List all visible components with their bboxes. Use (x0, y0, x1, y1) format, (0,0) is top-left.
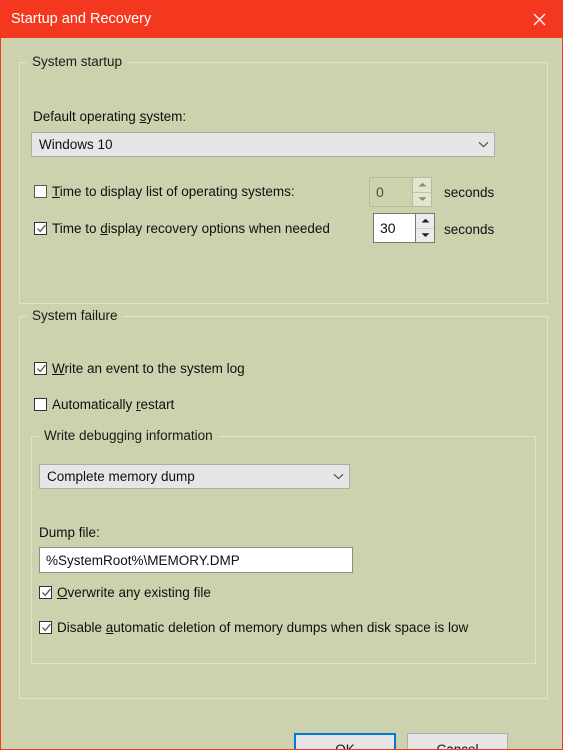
checkbox-overwrite-existing-file-label: Overwrite any existing file (52, 584, 211, 601)
default-os-label-post: ystem: (146, 109, 187, 124)
debug-info-type-combobox[interactable]: Complete memory dump (39, 464, 350, 489)
checkbox-overwrite-existing-file[interactable]: Overwrite any existing file (39, 584, 211, 601)
checkbox-box (39, 586, 52, 599)
checkbox-box (34, 185, 47, 198)
checkbox-time-to-display-recovery-label: Time to display recovery options when ne… (47, 220, 330, 237)
checkbox-disable-automatic-deletion[interactable]: Disable automatic deletion of memory dum… (39, 619, 536, 636)
spinner-os-list-buttons (412, 178, 431, 206)
chevron-down-icon (472, 141, 494, 148)
label-post: verwrite any existing file (67, 585, 211, 600)
checkbox-box (34, 222, 47, 235)
default-os-combobox[interactable]: Windows 10 (31, 132, 495, 157)
spinner-recovery-seconds-value: 30 (380, 219, 396, 236)
label-post: isplay recovery options when needed (107, 221, 330, 236)
checkbox-time-to-display-os-list[interactable]: Time to display list of operating system… (34, 183, 295, 200)
debug-info-type-combobox-value: Complete memory dump (47, 469, 195, 484)
checkbox-write-event-to-system-log[interactable]: Write an event to the system log (34, 360, 245, 377)
seconds-label-os-list: seconds (444, 185, 495, 200)
spinner-down-icon[interactable] (416, 227, 434, 243)
label-post: utomatic deletion of memory dumps when d… (113, 620, 469, 635)
label-pre: Time to (52, 221, 101, 236)
checkbox-write-event-label: Write an event to the system log (47, 360, 245, 377)
group-system-startup-title: System startup (27, 54, 128, 70)
checkbox-box (34, 362, 47, 375)
checkbox-time-to-display-os-list-label: Time to display list of operating system… (47, 183, 295, 200)
dialog-body: System startup Default operating system:… (1, 38, 562, 749)
spinner-recovery-buttons (415, 214, 434, 242)
spinner-down-icon[interactable] (413, 191, 431, 207)
chevron-down-icon (327, 473, 349, 480)
seconds-label-recovery: seconds (444, 222, 495, 237)
checkbox-disable-automatic-deletion-label: Disable automatic deletion of memory dum… (52, 619, 468, 636)
dump-file-input[interactable]: %SystemRoot%\MEMORY.DMP (39, 547, 353, 573)
title-bar: Startup and Recovery (1, 1, 562, 38)
checkbox-automatically-restart[interactable]: Automatically restart (34, 396, 174, 413)
label-accel: T (52, 184, 60, 199)
label-accel: d (100, 221, 108, 236)
group-write-debugging-information-title: Write debugging information (39, 428, 218, 444)
spinner-os-list-seconds[interactable]: 0 (369, 177, 432, 207)
ok-button[interactable]: OK (294, 733, 396, 749)
checkbox-automatically-restart-label: Automatically restart (47, 396, 174, 413)
default-os-combobox-value: Windows 10 (39, 137, 113, 152)
checkbox-time-to-display-recovery[interactable]: Time to display recovery options when ne… (34, 220, 330, 237)
cancel-button[interactable]: Cancel (407, 733, 508, 749)
checkbox-box (34, 398, 47, 411)
checkbox-box (39, 621, 52, 634)
label-post: rite an event to the system log (64, 361, 245, 376)
dump-file-label: Dump file: (39, 525, 100, 540)
label-post: estart (140, 397, 175, 412)
label-post: ime to display list of operating systems… (59, 184, 295, 199)
label-pre: Automatically (52, 397, 137, 412)
label-pre: Disable (57, 620, 106, 635)
window-title: Startup and Recovery (11, 11, 152, 27)
default-os-label: Default operating system: (33, 108, 186, 125)
spinner-up-icon[interactable] (413, 178, 431, 192)
default-os-label-pre: Default operating (33, 109, 140, 124)
label-accel: O (57, 585, 68, 600)
spinner-recovery-seconds[interactable]: 30 (373, 213, 435, 243)
close-icon[interactable] (516, 1, 562, 38)
group-system-failure-title: System failure (27, 308, 123, 324)
startup-and-recovery-dialog: Startup and Recovery System startup Defa… (0, 0, 563, 750)
spinner-os-list-seconds-value: 0 (376, 183, 384, 200)
label-accel: W (52, 361, 65, 376)
spinner-up-icon[interactable] (416, 214, 434, 228)
